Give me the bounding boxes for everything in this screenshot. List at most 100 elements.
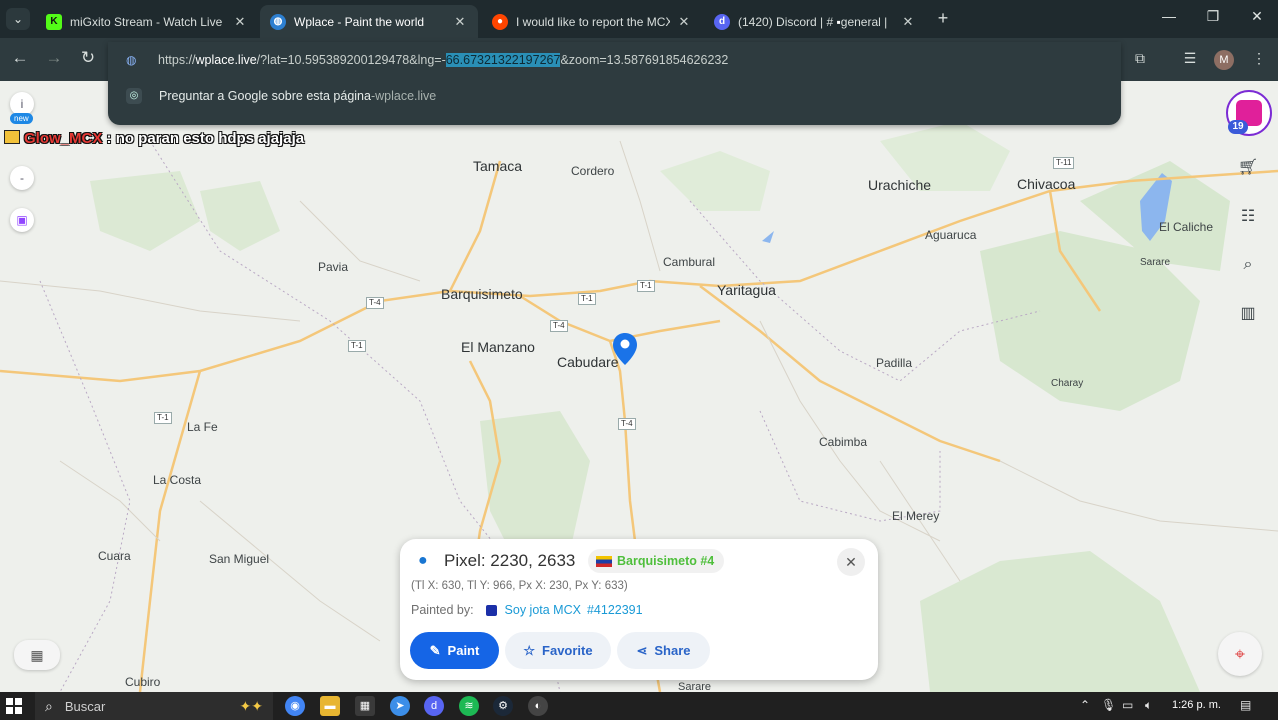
close-tab-icon[interactable]: ✕ [452, 14, 468, 30]
new-badge: new [10, 113, 33, 124]
chat-separator: : [102, 130, 116, 147]
reddit-icon: ● [492, 13, 508, 30]
menu-dots-icon[interactable]: ⋮ [1248, 50, 1270, 67]
place-label: Cordero [571, 164, 615, 178]
place-label: Chivacoa [1017, 176, 1076, 192]
file-explorer-icon[interactable]: ▬ [320, 696, 340, 716]
favorite-label: Favorite [542, 643, 593, 658]
suggestion-text: Preguntar a Google sobre esta página [159, 89, 371, 103]
place-label: La Fe [187, 420, 218, 434]
tab-discord[interactable]: d (1420) Discord | # ▪general | ✕ [704, 5, 926, 38]
url-path: /?lat=10.595389200129478&lng=- [256, 53, 446, 67]
browser-tab-bar: ⌄ K miGxito Stream - Watch Live on ✕ ◍ W… [0, 0, 1278, 38]
place-label: Cuara [98, 549, 131, 563]
close-window-icon[interactable]: ✕ [1242, 8, 1272, 25]
share-label: Share [654, 643, 691, 658]
lens-icon: ◎ [126, 88, 142, 104]
painter-id: #4122391 [586, 603, 643, 617]
windows-taskbar: ⌕ Buscar ✦✦ ◉ ▬ ▦ ➤ d ≋ ⚙ ◐ ⌃ 🎙︎ ▭ 🔈︎ 1:… [0, 692, 1278, 720]
zoom-out-button[interactable]: - [10, 166, 34, 190]
network-icon[interactable]: ▭ [1122, 698, 1133, 712]
app-icon-2[interactable]: ◐ [528, 696, 548, 716]
profile-logo[interactable]: 19 [1226, 90, 1272, 136]
app-icon[interactable]: ➤ [390, 696, 410, 716]
paint-button[interactable]: ✎ Paint [410, 632, 499, 669]
chrome-icon[interactable]: ◉ [285, 696, 305, 716]
region-badge[interactable]: Barquisimeto #4 [588, 549, 725, 573]
tab-search-button[interactable]: ⌄ [6, 8, 30, 30]
place-label: El Manzano [461, 339, 535, 355]
alliance-icon[interactable]: ☷ [1233, 202, 1263, 232]
layers-toggle-button[interactable]: ▦ [14, 640, 60, 670]
reload-icon[interactable]: ↻ [76, 48, 100, 68]
place-label: Barquisimeto [441, 286, 523, 302]
route-shield: T-1 [348, 340, 366, 352]
media-controls-icon[interactable]: ☰ [1179, 50, 1201, 67]
favorite-button[interactable]: ☆ Favorite [505, 632, 611, 669]
search-placeholder: Buscar [64, 698, 106, 714]
extensions-icon[interactable]: ⧉ [1129, 50, 1151, 67]
locate-me-button[interactable]: ⌖ [1218, 632, 1262, 676]
tab-title: (1420) Discord | # ▪general | [738, 14, 888, 29]
address-bar[interactable]: ◍ https://wplace.live/?lat=10.5953892001… [126, 50, 728, 70]
copilot-sparkle-icon: ✦✦ [239, 697, 263, 714]
back-arrow-icon[interactable]: ← [8, 48, 32, 68]
place-label: Padilla [876, 356, 913, 370]
painted-by-row: Painted by: Soy jota MCX #4122391 [411, 603, 643, 617]
omnibox-suggestion[interactable]: ◎ Preguntar a Google sobre esta página -… [126, 88, 436, 104]
place-label: San Miguel [209, 552, 270, 566]
restore-icon[interactable]: ❐ [1198, 8, 1228, 25]
profile-avatar[interactable]: M [1214, 50, 1234, 70]
chat-username: Glow_MCX [24, 130, 103, 147]
pixel-coordinates: (Tl X: 630, Tl Y: 966, Px X: 230, Px Y: … [411, 580, 628, 592]
place-label: Urachiche [868, 177, 932, 193]
star-icon: ☆ [523, 642, 536, 658]
place-label: Charay [1051, 378, 1084, 389]
tray-overflow-icon[interactable]: ⌃ [1080, 698, 1090, 712]
place-label: Pavia [318, 260, 349, 274]
close-tab-icon[interactable]: ✕ [232, 14, 248, 30]
pixel-title: Pixel: 2230, 2633 [444, 551, 576, 570]
url-scheme: https:// [158, 53, 196, 67]
taskbar-search[interactable]: ⌕ Buscar ✦✦ [35, 692, 273, 720]
tab-kick[interactable]: K miGxito Stream - Watch Live on ✕ [36, 5, 258, 38]
leaderboard-icon[interactable]: ▥ [1233, 299, 1263, 329]
site-info-icon[interactable]: ◍ [126, 53, 140, 67]
region-name: Barquisimeto #4 [617, 554, 715, 568]
close-tab-icon[interactable]: ✕ [900, 14, 916, 30]
forward-arrow-icon[interactable]: → [42, 48, 66, 68]
location-pin-icon: ● [418, 552, 428, 569]
place-label: Aguaruca [925, 228, 977, 242]
volume-icon[interactable]: 🔈︎ [1145, 698, 1152, 713]
tab-wplace[interactable]: ◍ Wplace - Paint the world ✕ [260, 5, 478, 38]
tab-title: miGxito Stream - Watch Live on [70, 14, 226, 29]
url-query: &zoom=13.587691854626232 [560, 53, 729, 67]
crosshair-icon: ⌖ [1234, 644, 1246, 664]
close-tab-icon[interactable]: ✕ [676, 14, 692, 30]
store-cart-icon[interactable]: 🛒︎ [1233, 153, 1263, 183]
tab-reddit[interactable]: ● I would like to report the MCX ✕ [482, 5, 702, 38]
tab-title: I would like to report the MCX [516, 14, 670, 29]
minimize-icon[interactable]: — [1154, 8, 1184, 24]
close-panel-button[interactable]: ✕ [837, 548, 865, 576]
share-button[interactable]: ⋖ Share [617, 632, 710, 669]
steam-icon[interactable]: ⚙ [493, 696, 513, 716]
windows-start-icon[interactable] [6, 698, 22, 714]
route-shield: T-1 [578, 293, 596, 305]
store-icon[interactable]: ▦ [355, 696, 375, 716]
twitch-icon[interactable]: ▣ [10, 208, 34, 232]
painter-name[interactable]: Soy jota MCX [505, 603, 581, 617]
chat-message: no paran esto hdps ajajaja [115, 130, 305, 147]
discord-icon[interactable]: d [424, 696, 444, 716]
search-map-icon[interactable]: ⌕ [1233, 250, 1263, 280]
taskbar-clock[interactable]: 1:26 p. m. [1172, 699, 1221, 711]
layers-icon: ▦ [30, 647, 44, 663]
tab-title: Wplace - Paint the world [294, 14, 425, 29]
place-label: Cambural [663, 255, 716, 269]
notifications-icon[interactable]: ▤ [1240, 698, 1251, 712]
new-tab-button[interactable]: + [932, 8, 954, 29]
place-label: Sarare [678, 681, 712, 692]
microphone-icon[interactable]: 🎙︎ [1101, 698, 1116, 712]
spotify-icon[interactable]: ≋ [459, 696, 479, 716]
route-shield: T-11 [1053, 157, 1075, 169]
